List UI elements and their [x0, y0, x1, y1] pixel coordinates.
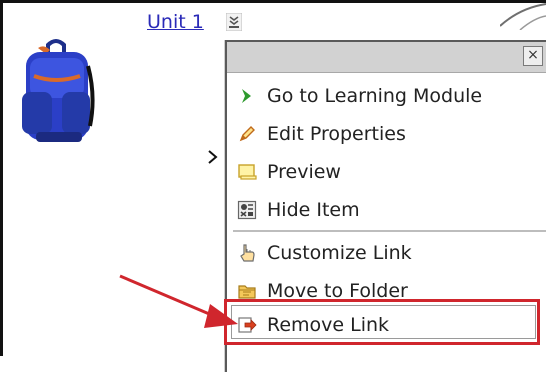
green-arrow-icon	[242, 89, 251, 103]
pencil-icon	[239, 126, 255, 142]
menu-item-move-to-folder[interactable]: Move to Folder	[237, 274, 546, 308]
menu-separator	[233, 230, 546, 233]
context-menu-header: ×	[227, 42, 546, 73]
menu-item-edit-properties[interactable]: Edit Properties	[237, 117, 546, 151]
menu-item-label: Customize Link	[267, 242, 412, 264]
frame-top-border	[0, 0, 546, 3]
hide-item-icon	[237, 200, 257, 220]
hand-pointer-icon	[240, 244, 255, 262]
menu-item-label: Hide Item	[267, 199, 360, 221]
menu-item-label: Move to Folder	[267, 280, 408, 302]
menu-item-label: Remove Link	[267, 314, 390, 336]
preview-window-icon	[238, 164, 257, 180]
chevron-menu-icon[interactable]	[226, 13, 242, 31]
menu-item-label: Edit Properties	[267, 123, 406, 145]
menu-item-customize-link[interactable]: Customize Link	[237, 236, 546, 270]
backpack-icon	[22, 39, 95, 142]
frame-left-border	[0, 0, 3, 356]
menu-item-remove-link[interactable]: Remove Link	[237, 308, 546, 342]
menu-item-preview[interactable]: Preview	[237, 155, 546, 189]
decorative-arc	[500, 3, 546, 30]
context-menu: × Go to Learning Module Edit Properties …	[225, 40, 546, 372]
close-button[interactable]: ×	[523, 46, 543, 66]
menu-item-hide-item[interactable]: Hide Item	[237, 193, 546, 227]
annotation-arrow-icon	[119, 274, 238, 328]
menu-item-label: Preview	[267, 161, 341, 183]
side-caret-icon	[208, 150, 218, 164]
menu-item-go-to-learning-module[interactable]: Go to Learning Module	[237, 79, 546, 113]
menu-item-label: Go to Learning Module	[267, 85, 483, 107]
unit-link[interactable]: Unit 1	[147, 11, 204, 33]
